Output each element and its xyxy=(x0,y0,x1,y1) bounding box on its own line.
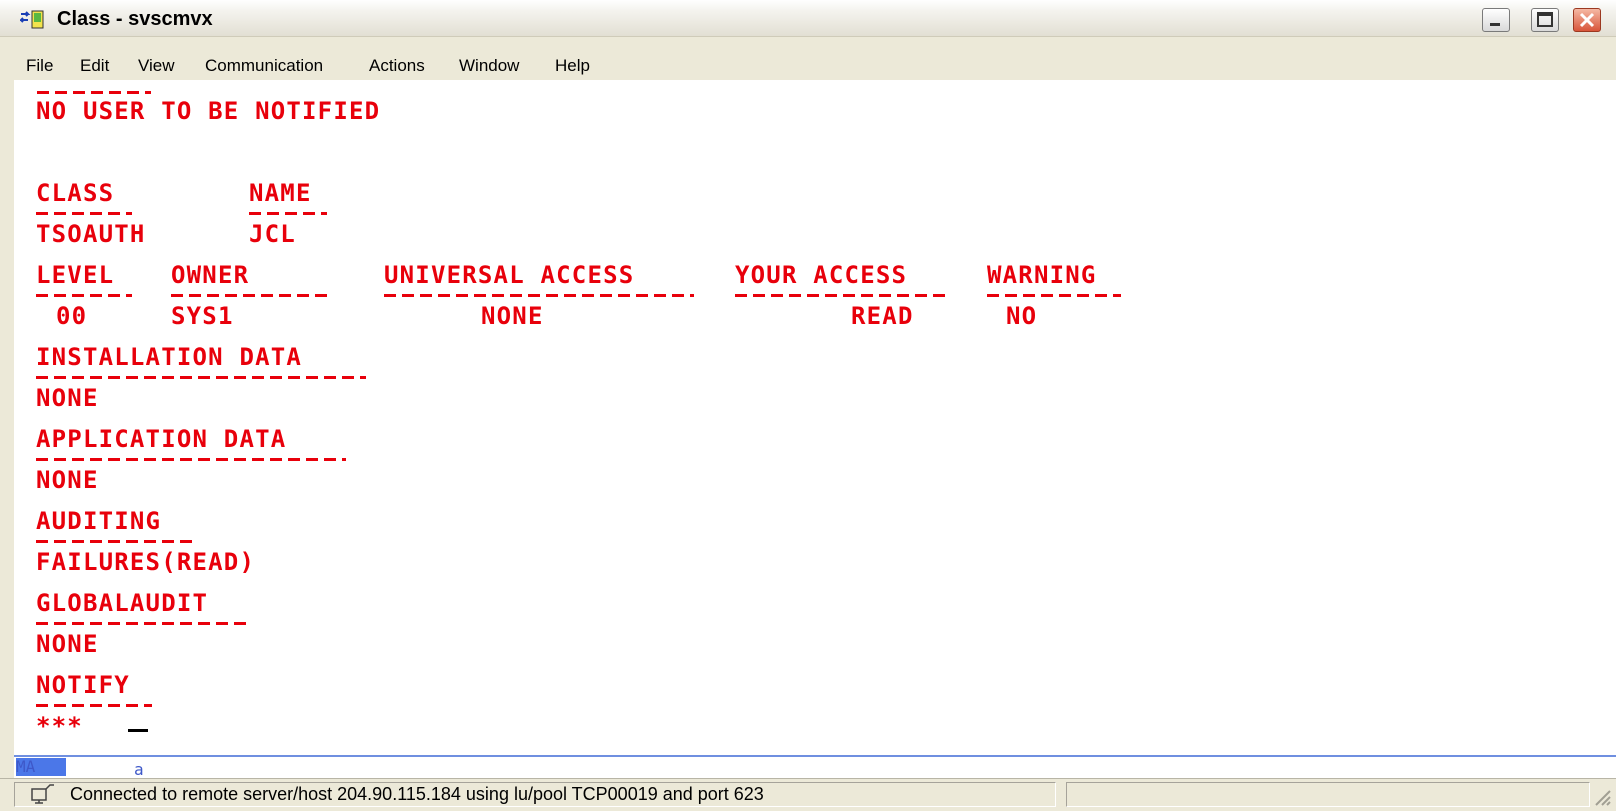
level-value: 00 xyxy=(56,302,88,330)
application-data-underline xyxy=(36,458,346,461)
menu-edit[interactable]: Edit xyxy=(80,55,109,77)
application-data-value: NONE xyxy=(36,466,99,494)
globalaudit-value: NONE xyxy=(36,630,99,658)
owner-underline xyxy=(171,294,327,297)
universal-access-header: UNIVERSAL ACCESS xyxy=(384,261,635,289)
minimize-button[interactable] xyxy=(1482,8,1510,32)
title-bar[interactable]: Class - svscmvx xyxy=(0,0,1616,37)
warning-header: WARNING xyxy=(987,261,1097,289)
name-header: NAME xyxy=(249,179,312,207)
auditing-underline xyxy=(36,540,192,543)
installation-data-underline xyxy=(36,376,366,379)
universal-access-underline xyxy=(384,294,694,297)
command-prompt: *** xyxy=(36,712,83,740)
operator-info-area: MA a xyxy=(14,755,1616,779)
status-secondary-panel xyxy=(1066,782,1590,807)
menu-communication[interactable]: Communication xyxy=(205,55,323,77)
globalaudit-header: GLOBALAUDIT xyxy=(36,589,209,617)
menu-bar: File Edit View Communication Actions Win… xyxy=(6,50,1616,80)
class-header: CLASS xyxy=(36,179,115,207)
oia-input-indicator: a xyxy=(134,760,144,779)
auditing-header: AUDITING xyxy=(36,507,162,535)
terminal-app-icon[interactable] xyxy=(20,10,50,30)
menu-window[interactable]: Window xyxy=(459,55,519,77)
class-header-underline xyxy=(36,212,132,215)
minimize-icon xyxy=(1490,23,1500,26)
your-access-value: READ xyxy=(851,302,914,330)
window-title: Class - svscmvx xyxy=(57,8,213,30)
name-value: JCL xyxy=(249,220,296,248)
underline-dashes xyxy=(37,91,151,94)
class-value: TSOAUTH xyxy=(36,220,146,248)
window-left-border xyxy=(0,0,6,811)
menu-file[interactable]: File xyxy=(26,55,53,77)
level-header: LEVEL xyxy=(36,261,115,289)
oia-mode-text: MA xyxy=(16,757,36,776)
notify-message: NO USER TO BE NOTIFIED xyxy=(36,97,381,125)
owner-header: OWNER xyxy=(171,261,250,289)
installation-data-header: INSTALLATION DATA xyxy=(36,343,303,371)
maximize-button[interactable] xyxy=(1531,8,1559,32)
name-header-underline xyxy=(249,212,327,215)
warning-underline xyxy=(987,294,1121,297)
connection-icon xyxy=(31,784,54,804)
warning-value: NO xyxy=(1006,302,1038,330)
application-data-header: APPLICATION DATA xyxy=(36,425,287,453)
status-message: Connected to remote server/host 204.90.1… xyxy=(70,784,764,804)
auditing-value: FAILURES(READ) xyxy=(36,548,256,576)
owner-value: SYS1 xyxy=(171,302,234,330)
close-icon xyxy=(1579,12,1595,28)
terminal-screen[interactable]: NO USER TO BE NOTIFIED CLASS NAME TSOAUT… xyxy=(14,80,1616,755)
your-access-header: YOUR ACCESS xyxy=(735,261,908,289)
notify-underline xyxy=(36,704,152,707)
maximize-icon xyxy=(1537,12,1553,27)
status-bar: Connected to remote server/host 204.90.1… xyxy=(0,778,1616,811)
resize-grip-icon[interactable] xyxy=(1592,787,1612,807)
menu-help[interactable]: Help xyxy=(555,55,590,77)
level-underline xyxy=(36,294,132,297)
menu-actions[interactable]: Actions xyxy=(369,55,425,77)
notify-header: NOTIFY xyxy=(36,671,130,699)
your-access-underline xyxy=(735,294,947,297)
menu-view[interactable]: View xyxy=(138,55,175,77)
installation-data-value: NONE xyxy=(36,384,99,412)
emulator-window: Class - svscmvx File Edit View Communica… xyxy=(0,0,1616,811)
text-cursor[interactable] xyxy=(128,729,148,732)
globalaudit-underline xyxy=(36,622,250,625)
universal-access-value: NONE xyxy=(481,302,544,330)
close-button[interactable] xyxy=(1573,8,1601,32)
